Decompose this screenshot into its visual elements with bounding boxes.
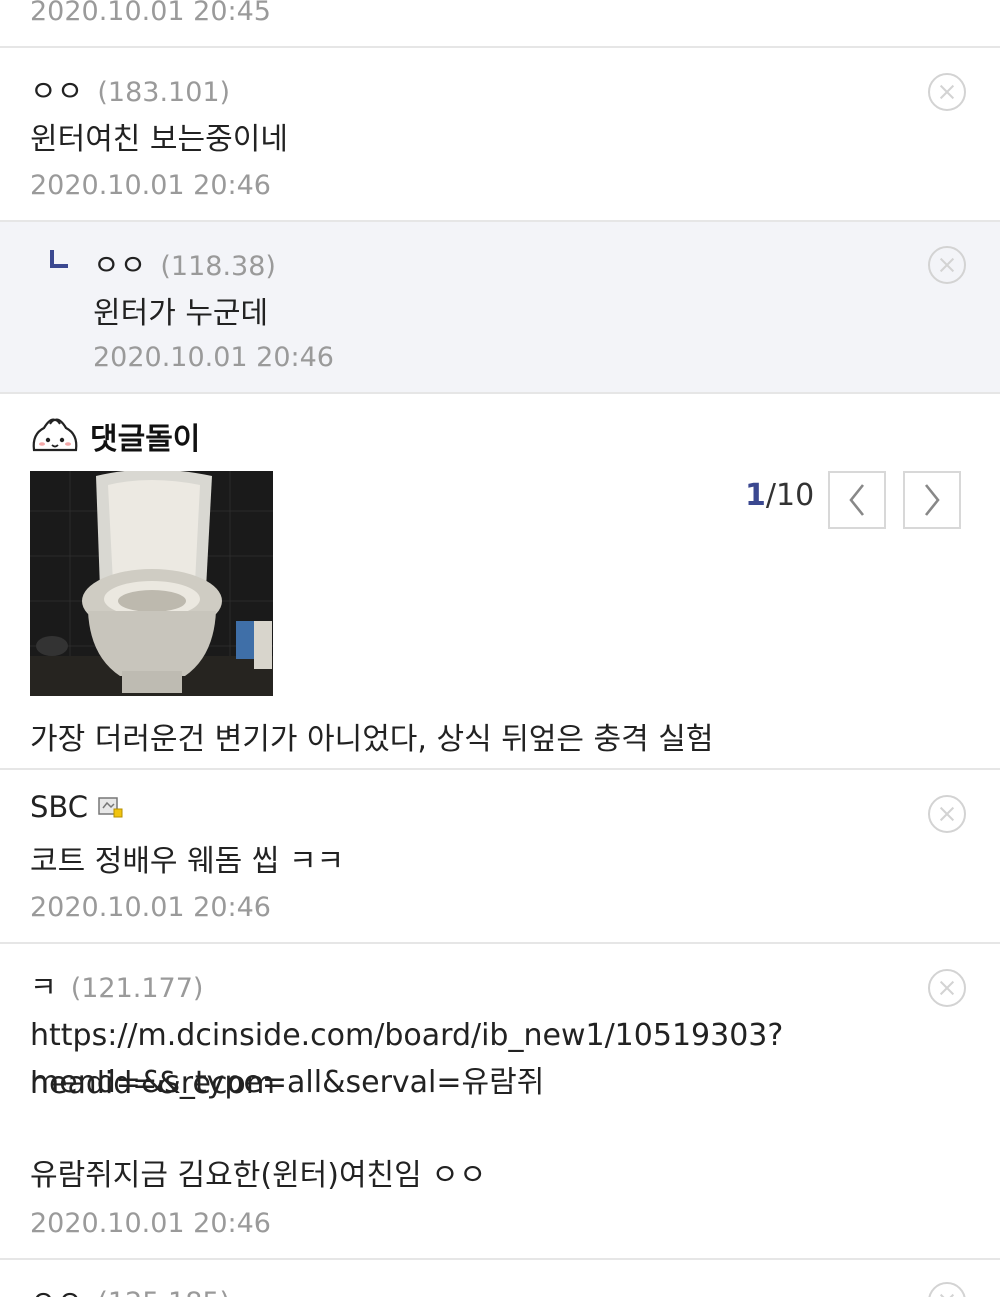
- comment-item: ㅇㅇ (183.101) 윈터여친 보는중이네 2020.10.01 20:46: [0, 48, 1000, 222]
- comment-body: 윈터여친 보는중이네: [30, 122, 288, 157]
- fixed-nick-icon: [98, 797, 123, 818]
- ad-caption[interactable]: 가장 더러운건 변기가 아니었다, 상식 뒤엎은 충격 실험: [30, 714, 714, 758]
- comment-nickname[interactable]: ㅇㅇ: [30, 68, 83, 110]
- comment-date: 2020.10.01 20:46: [30, 892, 271, 923]
- comment-nickname[interactable]: ㅇㅇ: [30, 1278, 83, 1297]
- comment-date: 2020.10.01 20:46: [30, 1208, 271, 1239]
- delete-comment-icon[interactable]: [928, 73, 966, 111]
- comment-date: 2020.10.01 20:46: [93, 342, 334, 373]
- delete-comment-icon[interactable]: [928, 1282, 966, 1297]
- comment-date: 2020.10.01 20:46: [30, 170, 271, 201]
- comment-body: 윈터가 누군데: [93, 296, 269, 331]
- prev-button[interactable]: [828, 471, 886, 529]
- comment-header: ㅇㅇ (183.101): [30, 68, 230, 110]
- delete-comment-icon[interactable]: [928, 246, 966, 284]
- comment-header: SBC: [30, 790, 124, 824]
- comment-item: SBC 코트 정배우 웨돔 씹 ㅋㅋ 2020.10.01 20:46: [0, 770, 1000, 944]
- ad-thumbnail[interactable]: [30, 471, 273, 696]
- comment-body: 코트 정배우 웨돔 씹 ㅋㅋ: [30, 844, 345, 879]
- comment-top-remnant: 2020.10.01 20:45: [0, 0, 1000, 48]
- chevron-right-icon: [924, 484, 940, 516]
- pager-total: /10: [765, 478, 815, 513]
- comment-ip: (118.38): [160, 251, 276, 282]
- ad-title: 댓글돌이: [90, 422, 201, 457]
- comment-body: 유람쥐지금 김요한(윈터)여친임 ㅇㅇ: [30, 1158, 487, 1193]
- pager-current: 1: [745, 478, 766, 513]
- comment-link-continued[interactable]: mend=&s_type=all&serval=유람쥐: [30, 1059, 544, 1107]
- reply-arrow-icon: [50, 250, 68, 268]
- comment-nickname[interactable]: SBC: [30, 790, 88, 824]
- delete-comment-icon[interactable]: [928, 969, 966, 1007]
- comment-date: 2020.10.01 20:45: [30, 0, 271, 27]
- comment-ip: (121.177): [70, 973, 204, 1004]
- comment-header: ㅇㅇ (118.38): [93, 242, 276, 284]
- comment-ip: (125.185): [97, 1287, 230, 1297]
- mascot-icon: [32, 418, 78, 452]
- comment-nickname[interactable]: ㅋ: [30, 964, 57, 1006]
- comment-item: ㅋ (121.177) https://m.dcinside.com/board…: [0, 944, 1000, 1260]
- chevron-left-icon: [849, 484, 865, 516]
- comment-nickname[interactable]: ㅇㅇ: [93, 242, 146, 284]
- toilet-image: [30, 471, 273, 696]
- next-button[interactable]: [903, 471, 961, 529]
- delete-comment-icon[interactable]: [928, 795, 966, 833]
- ad-pager-count: 1/10: [745, 478, 814, 513]
- comment-header: ㅇㅇ (125.185): [30, 1278, 230, 1297]
- reply-item: ㅇㅇ (118.38) 윈터가 누군데 2020.10.01 20:46: [0, 222, 1000, 394]
- comment-item: ㅇㅇ (125.185): [0, 1260, 1000, 1297]
- comment-header: ㅋ (121.177): [30, 964, 203, 1006]
- comment-ip: (183.101): [97, 77, 231, 108]
